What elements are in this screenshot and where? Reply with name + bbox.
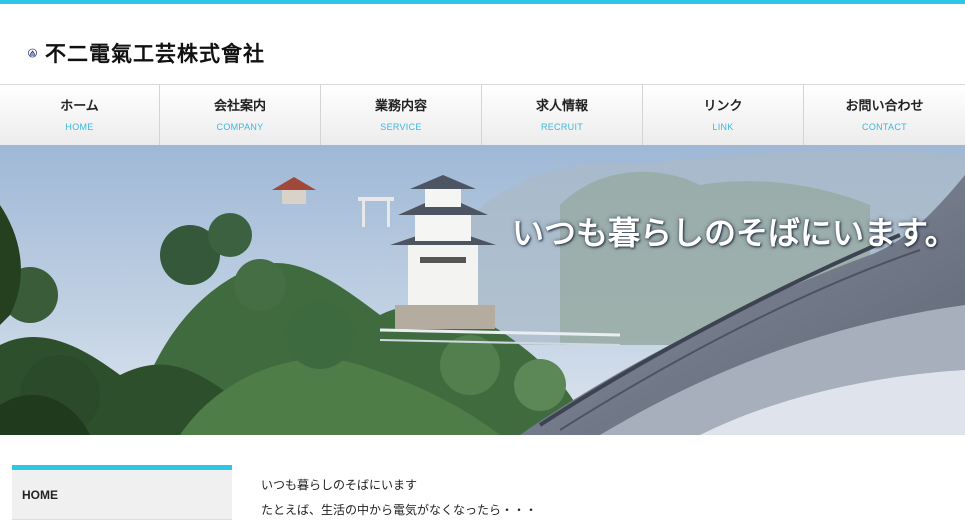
nav-sublabel: HOME (65, 121, 94, 132)
mountain-in-circle-logo-icon (28, 48, 37, 58)
intro-heading-line: いつも暮らしのそばにいます (261, 478, 418, 492)
nav-sublabel: LINK (712, 121, 734, 132)
nav-sublabel: RECRUIT (540, 121, 584, 132)
site-header: 不二電氣工芸株式會社 (0, 4, 965, 83)
castle-landscape-illustration (0, 145, 965, 435)
hero-image-castle (0, 145, 965, 435)
sidebar: HOME (12, 465, 232, 520)
main-content: いつも暮らしのそばにいます たとえば、生活の中から電気がなくなったら・・・ (261, 473, 537, 523)
company-name: 不二電氣工芸株式會社 (45, 41, 265, 66)
intro-body-line: たとえば、生活の中から電気がなくなったら・・・ (261, 503, 538, 517)
nav-label: お問い合わせ (845, 98, 924, 114)
company-logo[interactable]: 不二電氣工芸株式會社 (20, 29, 265, 77)
sidebar-item-home[interactable]: HOME (12, 470, 232, 520)
nav-item-service[interactable]: 業務内容 SERVICE (321, 85, 482, 145)
global-navigation: ホーム HOME 会社案内 COMPANY 業務内容 SERVICE 求人情報 … (0, 84, 965, 146)
nav-item-contact[interactable]: お問い合わせ CONTACT (804, 85, 965, 145)
nav-item-link[interactable]: リンク LINK (643, 85, 804, 145)
nav-label: 求人情報 (535, 98, 588, 114)
hero-catchphrase: いつも暮らしのそばにいます。 (512, 214, 957, 252)
nav-label: 会社案内 (213, 98, 266, 114)
nav-label: リンク (703, 98, 743, 114)
nav-sublabel: COMPANY (216, 121, 264, 132)
nav-sublabel: CONTACT (862, 121, 907, 132)
nav-sublabel: SERVICE (380, 121, 422, 132)
nav-label: 業務内容 (374, 98, 427, 114)
nav-item-recruit[interactable]: 求人情報 RECRUIT (482, 85, 643, 145)
nav-label: ホーム (60, 98, 99, 114)
nav-item-company[interactable]: 会社案内 COMPANY (160, 85, 321, 145)
nav-item-home[interactable]: ホーム HOME (0, 85, 160, 145)
